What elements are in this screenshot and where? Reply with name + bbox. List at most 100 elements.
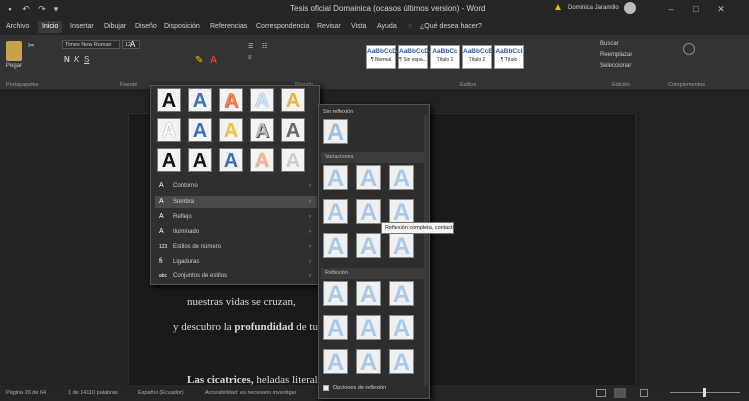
reflection-option[interactable]: A — [323, 281, 348, 307]
reflection-option[interactable]: A — [356, 281, 381, 307]
font-name-select[interactable]: Times New Roman — [62, 40, 120, 49]
customize-icon[interactable]: ▾ — [50, 3, 62, 15]
wordart-style-option[interactable]: A — [157, 118, 181, 142]
no-reflection-option[interactable]: A — [323, 119, 348, 145]
minimize-icon[interactable]: – — [665, 3, 677, 15]
save-icon[interactable]: ▪ — [4, 3, 16, 15]
numbering-icon[interactable]: ☷ — [262, 43, 267, 50]
tab-correspondencia[interactable]: Correspondencia — [252, 21, 313, 33]
reflection-option[interactable]: A — [389, 281, 414, 307]
reflection-options-link[interactable]: Opciones de reflexión — [333, 385, 386, 391]
maximize-icon[interactable]: □ — [690, 3, 702, 15]
view-read-icon[interactable] — [596, 389, 606, 397]
redo-icon[interactable]: ↷ — [36, 3, 48, 15]
submenu-scrollbar[interactable] — [424, 115, 428, 385]
bullets-icon[interactable]: ☰ — [248, 43, 253, 50]
menu-item-reflection[interactable]: A Reflejo › — [155, 211, 317, 223]
view-web-icon[interactable] — [640, 389, 648, 397]
status-language[interactable]: Español (Ecuador) — [138, 390, 184, 396]
view-print-icon[interactable] — [614, 388, 626, 398]
reflection-option[interactable]: A — [323, 315, 348, 341]
style-title[interactable]: AaBbCcI ¶ Título — [494, 45, 524, 69]
menu-item-outline[interactable]: A Contorno › — [155, 180, 317, 192]
tab-referencias[interactable]: Referencias — [206, 21, 251, 33]
wordart-style-option[interactable]: A — [219, 118, 243, 142]
tab-dibujar[interactable]: Dibujar — [100, 21, 130, 33]
title-bar: ▪ ↶ ↷ ▾ Tesis oficial Domainica (ocasos … — [0, 0, 749, 18]
reflection-option[interactable]: A — [389, 165, 414, 191]
replace-button[interactable]: Reemplazar — [600, 52, 632, 58]
reflection-option[interactable]: A — [323, 199, 348, 225]
tab-disposicion[interactable]: Disposición — [160, 21, 204, 33]
cut-icon[interactable]: ✂ — [28, 41, 35, 50]
style-heading-2[interactable]: AaBbCcE Título 2 — [462, 45, 493, 69]
wordart-style-option[interactable]: A — [250, 118, 274, 142]
search-box[interactable]: ¿Qué desea hacer? — [416, 21, 486, 33]
status-page[interactable]: Página 26 de 64 — [6, 390, 46, 396]
align-left-icon[interactable]: ≡ — [248, 55, 252, 61]
wordart-style-option[interactable]: A — [219, 88, 243, 112]
menu-item-number-styles[interactable]: 123 Estilos de número › — [155, 241, 317, 253]
reflection-option[interactable]: A — [389, 315, 414, 341]
reflection-option[interactable]: A — [389, 199, 414, 225]
group-editing-label: Edición — [612, 82, 631, 88]
wordart-style-option[interactable]: A — [219, 148, 243, 172]
style-no-spacing[interactable]: AaBbCcDc ¶ Sin espa... — [398, 45, 433, 69]
menu-item-glow[interactable]: A Iluminado › — [155, 226, 317, 238]
status-accessibility[interactable]: Accesibilidad: es necesario investigar — [205, 390, 296, 396]
avatar[interactable] — [624, 2, 636, 14]
find-button[interactable]: Buscar — [600, 41, 619, 47]
wordart-style-option[interactable]: A — [281, 148, 305, 172]
undo-icon[interactable]: ↶ — [20, 3, 32, 15]
reflection-options-icon[interactable] — [323, 385, 329, 391]
zoom-slider-thumb[interactable] — [703, 388, 706, 397]
tab-inicio[interactable]: Inicio — [38, 21, 63, 33]
tab-revisar[interactable]: Revisar — [313, 21, 345, 33]
menu-item-stylistic-sets[interactable]: abc Conjuntos de estilos › — [155, 270, 317, 282]
wordart-style-option[interactable]: A — [188, 148, 212, 172]
underline-button[interactable]: S — [84, 55, 89, 64]
reflection-option[interactable]: A — [356, 349, 381, 375]
wordart-style-option[interactable]: A — [188, 118, 212, 142]
paste-icon[interactable] — [6, 41, 22, 61]
tab-insertar[interactable]: Insertar — [66, 21, 98, 33]
bold-button[interactable]: N — [64, 55, 70, 64]
paste-label[interactable]: Pegar — [6, 63, 22, 69]
reflection-option[interactable]: A — [356, 165, 381, 191]
reflection-option[interactable]: A — [323, 349, 348, 375]
addins-icon[interactable] — [683, 43, 695, 55]
font-color-icon[interactable]: A — [210, 55, 222, 67]
grow-font-icon[interactable]: A — [130, 40, 148, 49]
reflection-option[interactable]: A — [323, 233, 348, 259]
tab-vista[interactable]: Vista — [347, 21, 370, 33]
wordart-style-option[interactable]: A — [157, 148, 181, 172]
tab-diseno[interactable]: Diseño — [131, 21, 161, 33]
menu-item-shadow[interactable]: A Sombra › — [155, 196, 317, 208]
reflection-option[interactable]: A — [389, 349, 414, 375]
reflection-option[interactable]: A — [389, 233, 414, 259]
reflection-option[interactable]: A — [356, 233, 381, 259]
outline-icon: A — [159, 182, 164, 189]
reflection-option[interactable]: A — [356, 315, 381, 341]
reflection-option[interactable]: A — [356, 199, 381, 225]
style-heading-1[interactable]: AaBbCc Título 1 — [430, 45, 460, 69]
tab-ayuda[interactable]: Ayuda — [373, 21, 401, 33]
reflection-option[interactable]: A — [323, 165, 348, 191]
close-icon[interactable]: ✕ — [715, 3, 727, 15]
select-button[interactable]: Seleccionar — [600, 63, 631, 69]
wordart-style-option[interactable]: A — [188, 88, 212, 112]
window-title: Tesis oficial Domainica (ocasos últimos … — [290, 4, 486, 13]
wordart-style-option[interactable]: A — [157, 88, 181, 112]
tab-archivo[interactable]: Archivo — [2, 21, 33, 33]
italic-button[interactable]: K — [74, 55, 79, 64]
wordart-style-option[interactable]: A — [281, 88, 305, 112]
wordart-style-option[interactable]: A — [250, 148, 274, 172]
wordart-style-option[interactable]: A — [281, 118, 305, 142]
style-normal[interactable]: AaBbCcDc ¶ Normal — [366, 45, 401, 69]
wordart-style-option[interactable]: A — [250, 88, 274, 112]
variations-header: Variaciones — [321, 152, 427, 163]
user-name[interactable]: Dominica Jaramillo — [568, 5, 619, 11]
menu-item-ligatures[interactable]: fi Ligaduras › — [155, 256, 317, 268]
status-words[interactable]: 1 de 14110 palabras — [68, 390, 118, 396]
text-highlight-icon[interactable]: ✎ — [195, 55, 207, 67]
